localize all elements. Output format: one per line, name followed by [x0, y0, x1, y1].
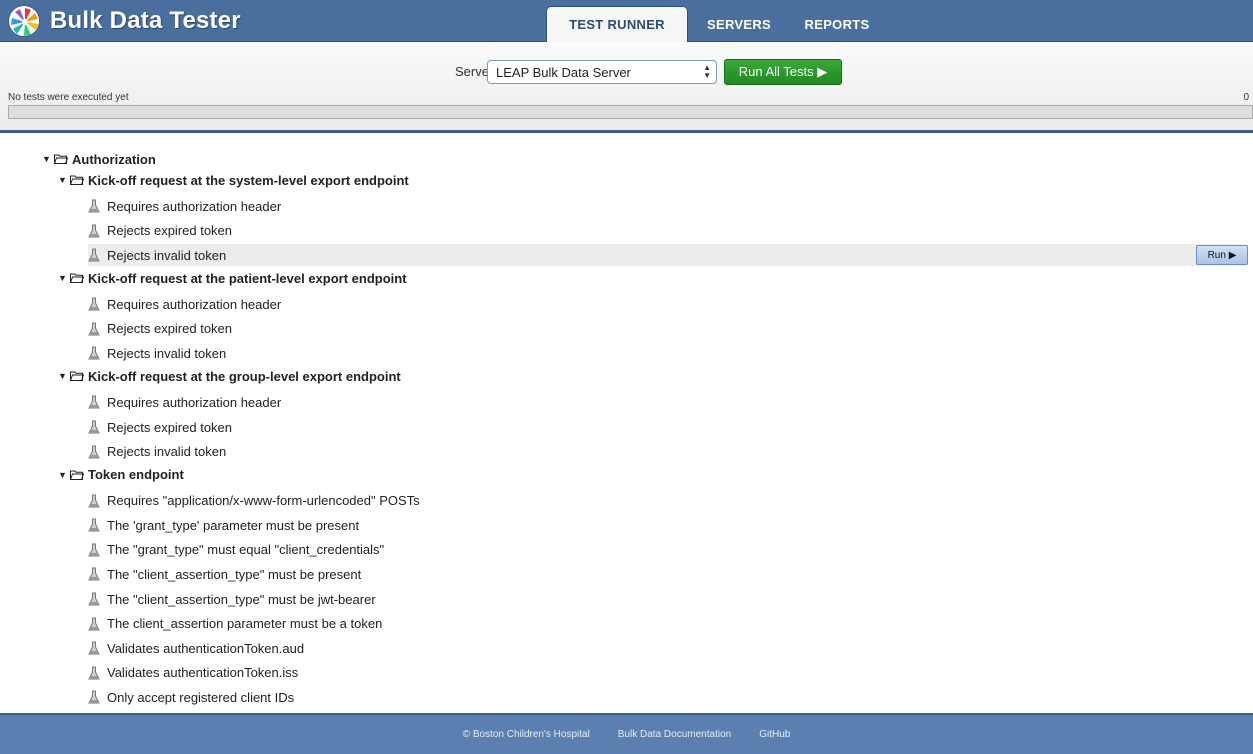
test-row[interactable]: The "client_assertion_type" must be jwt-… [88, 588, 1248, 610]
tab-test-runner[interactable]: TEST RUNNER [546, 6, 688, 42]
test-row[interactable]: Rejects invalid token [88, 441, 1248, 463]
top-header: Bulk Data Tester TEST RUNNER SERVERS REP… [0, 0, 1253, 42]
test-label: Requires authorization header [107, 296, 282, 312]
folder-open-icon [70, 470, 84, 480]
control-bar: Server: LEAP Bulk Data Server ▲ ▼ Run All… [0, 42, 1253, 133]
tree-node-label: Authorization [72, 151, 156, 167]
app-window: Bulk Data Tester TEST RUNNER SERVERS REP… [0, 0, 1253, 754]
run-test-button[interactable]: Run ▶ [1196, 245, 1248, 266]
server-select[interactable]: LEAP Bulk Data Server ▲ ▼ [487, 60, 717, 84]
flask-icon [88, 617, 100, 631]
flask-icon [88, 224, 100, 238]
app-title: Bulk Data Tester [50, 7, 241, 34]
tree-group[interactable]: ▼ Kick-off request at the group-level exp… [58, 365, 401, 387]
test-row[interactable]: Requires authorization header [88, 195, 1248, 217]
caret-down-icon: ▼ [42, 154, 51, 164]
footer-docs-link[interactable]: Bulk Data Documentation [618, 729, 731, 740]
test-label: Requires authorization header [107, 198, 282, 214]
test-label: Rejects expired token [107, 419, 233, 435]
progress-bar [8, 105, 1253, 119]
tree-group-label: Token endpoint [88, 467, 184, 483]
test-label: Rejects invalid token [107, 345, 227, 361]
test-row[interactable]: Rejects expired token [88, 416, 1248, 438]
tree-group[interactable]: ▼ Token endpoint [58, 464, 184, 486]
flask-icon [88, 395, 100, 409]
test-label: The 'grant_type' parameter must be prese… [107, 517, 360, 533]
server-row: Server: LEAP Bulk Data Server ▲ ▼ Run All… [0, 59, 1253, 85]
test-label: The "grant_type" must equal "client_cred… [107, 542, 385, 558]
test-row[interactable]: Validates authenticationToken.aud [88, 637, 1248, 659]
test-label: Requires "application/x-www-form-urlenco… [107, 493, 420, 509]
flask-icon [88, 346, 100, 360]
server-select-value: LEAP Bulk Data Server [496, 65, 631, 80]
test-row[interactable]: Requires "application/x-www-form-urlenco… [88, 490, 1248, 512]
folder-open-icon [70, 273, 84, 284]
test-label: The "client_assertion_type" must be jwt-… [107, 591, 376, 607]
caret-down-icon: ▼ [58, 371, 67, 382]
test-row[interactable]: Rejects invalid token [88, 342, 1248, 364]
tree-group-label: Kick-off request at the patient-level ex… [88, 270, 407, 286]
flask-icon [88, 494, 100, 508]
test-label: Requires authorization header [107, 394, 282, 410]
tree-group-label: Kick-off request at the group-level expo… [88, 368, 401, 384]
test-label: The "client_assertion_type" must be pres… [107, 566, 362, 582]
test-row[interactable]: Requires authorization header [88, 391, 1248, 413]
tree-group-label: Kick-off request at the system-level exp… [88, 172, 409, 188]
test-label: Rejects invalid token [107, 444, 227, 460]
test-label: Rejects expired token [107, 223, 233, 239]
flask-icon [88, 248, 100, 262]
flask-icon [88, 199, 100, 213]
test-row[interactable]: The 'grant_type' parameter must be prese… [88, 514, 1248, 536]
flask-icon [88, 445, 100, 459]
test-row[interactable]: Validates authenticationToken.iss [88, 662, 1248, 684]
flask-icon [88, 518, 100, 532]
flask-icon [88, 666, 100, 680]
test-row[interactable]: Rejects expired token [88, 220, 1248, 242]
tab-reports[interactable]: REPORTS [790, 6, 884, 42]
footer-github-link[interactable]: GitHub [759, 729, 790, 740]
test-row[interactable]: Only accept registered client IDs [88, 686, 1248, 708]
test-row[interactable]: Requires authorization header [88, 293, 1248, 315]
test-label: Rejects expired token [107, 321, 233, 337]
tab-servers[interactable]: SERVERS [688, 6, 790, 42]
flask-icon [88, 567, 100, 581]
test-row[interactable]: The client_assertion parameter must be a… [88, 613, 1248, 635]
test-row[interactable]: The "client_assertion_type" must be pres… [88, 563, 1248, 585]
logo-icon [8, 5, 40, 37]
run-all-tests-button[interactable]: Run All Tests ▶ [724, 59, 842, 85]
test-label: Only accept registered client IDs [107, 689, 295, 705]
test-row[interactable]: The "grant_type" must equal "client_cred… [88, 539, 1248, 561]
tree-group[interactable]: ▼ Kick-off request at the patient-level e… [58, 267, 407, 289]
flask-icon [88, 690, 100, 704]
flask-icon [88, 297, 100, 311]
app-logo[interactable]: Bulk Data Tester [8, 2, 241, 40]
main-tabs: TEST RUNNER SERVERS REPORTS [546, 6, 884, 42]
flask-icon [88, 322, 100, 336]
test-row[interactable]: Rejects expired token [88, 318, 1248, 340]
folder-open-icon [70, 371, 84, 382]
flask-icon [88, 420, 100, 434]
tree-group[interactable]: ▼ Kick-off request at the system-level ex… [58, 169, 409, 191]
status-count: 0 [1243, 92, 1249, 103]
footer: © Boston Children's Hospital Bulk Data D… [0, 713, 1253, 754]
test-label: The client_assertion parameter must be a… [107, 616, 383, 632]
flask-icon [88, 641, 100, 655]
caret-down-icon: ▼ [58, 273, 67, 284]
test-label: Validates authenticationToken.iss [107, 665, 299, 681]
select-arrows-icon: ▲ ▼ [703, 63, 711, 80]
caret-down-icon: ▼ [58, 469, 67, 480]
folder-open-icon [54, 154, 68, 164]
caret-down-icon: ▼ [58, 175, 67, 185]
flask-icon [88, 543, 100, 557]
status-text: No tests were executed yet [8, 92, 129, 103]
test-label: Rejects invalid token [107, 247, 227, 263]
tree-node-authorization[interactable]: ▼ Authorization [42, 148, 156, 170]
footer-copyright: © Boston Children's Hospital [462, 729, 590, 740]
test-label: Validates authenticationToken.aud [107, 640, 305, 656]
folder-open-icon [70, 175, 84, 185]
test-row[interactable]: Rejects invalid token Run ▶ [88, 244, 1248, 267]
flask-icon [88, 592, 100, 606]
